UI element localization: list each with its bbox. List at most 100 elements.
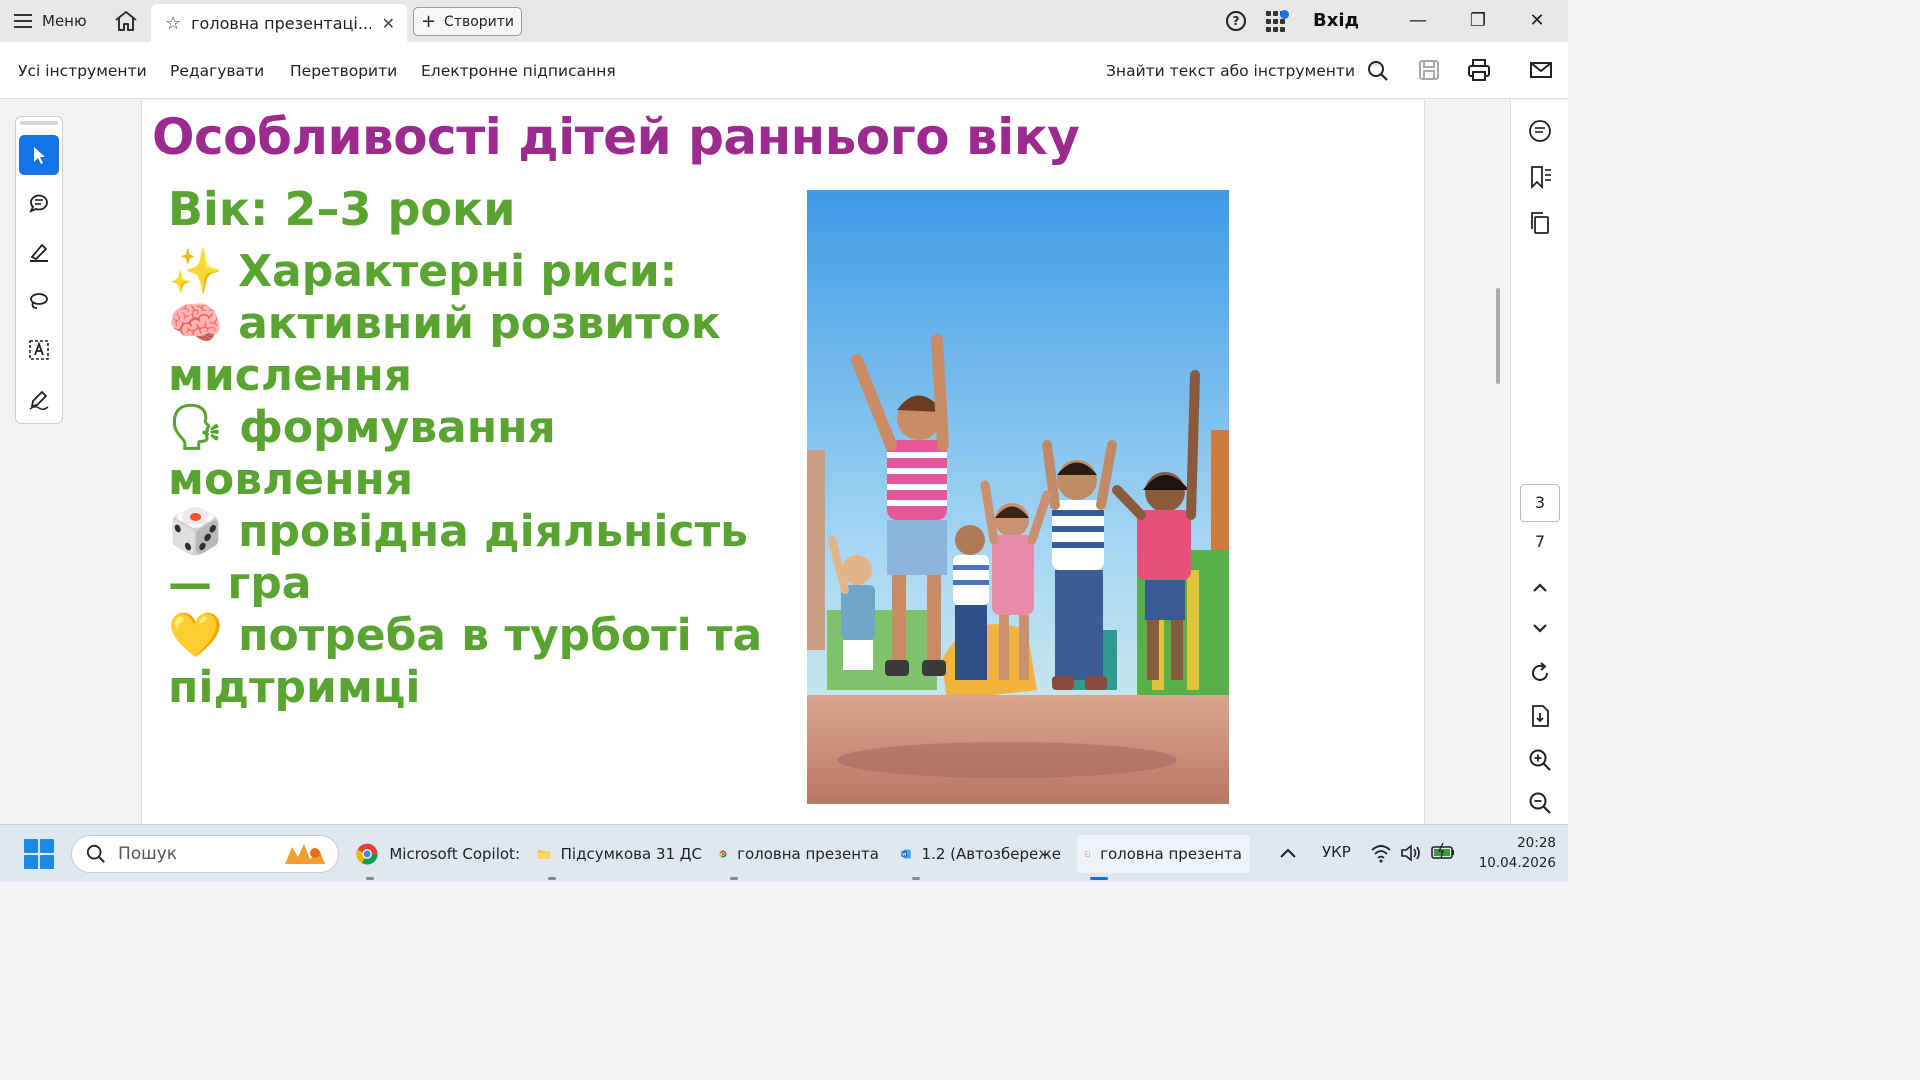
taskbar-app-label: головна презента <box>1100 845 1242 863</box>
running-indicator <box>548 877 556 880</box>
windows-start-icon[interactable] <box>24 839 54 869</box>
help-icon[interactable]: ? <box>1226 11 1246 31</box>
search-icon <box>86 844 105 863</box>
esign-menu[interactable]: Електронне підписання <box>421 62 616 80</box>
highlight-tool[interactable] <box>19 232 59 272</box>
create-button[interactable]: + Створити <box>413 7 522 36</box>
find-tools-button[interactable]: Знайти текст або інструменти <box>1106 60 1389 82</box>
search-highlight-icon <box>285 844 325 864</box>
bullet-line: мовлення <box>168 454 414 505</box>
save-icon[interactable] <box>1417 58 1441 82</box>
taskbar-app-label: 1.2 (Автозбереже <box>921 845 1061 863</box>
battery-icon[interactable] <box>1430 842 1456 862</box>
language-indicator[interactable]: УКР <box>1322 843 1351 861</box>
comment-tool[interactable] <box>19 183 59 223</box>
folder-icon <box>537 850 551 859</box>
taskbar-app-chrome[interactable]: головна презента <box>719 835 879 873</box>
star-icon[interactable]: ☆ <box>165 13 181 34</box>
minimize-icon[interactable]: — <box>1403 8 1433 34</box>
mail-icon[interactable] <box>1529 58 1553 82</box>
ai-assistant-icon[interactable] <box>1527 118 1553 144</box>
right-side-panel: 3 7 <box>1510 100 1568 824</box>
bullet-line: 🗣 формування <box>168 402 556 453</box>
comment-icon <box>29 194 48 213</box>
system-clock[interactable]: 20:28 10.04.2026 <box>1476 833 1556 873</box>
wifi-icon[interactable] <box>1370 843 1392 863</box>
running-indicator <box>912 877 920 880</box>
highlighter-icon <box>30 243 48 262</box>
chrome-icon <box>719 850 727 858</box>
clock-time: 20:28 <box>1517 835 1556 851</box>
running-indicator <box>366 877 374 880</box>
word-icon <box>901 849 911 859</box>
hamburger-icon <box>14 14 32 28</box>
slide-age: Вік: 2–3 роки <box>168 182 516 236</box>
active-indicator <box>1090 877 1108 880</box>
pdf-icon <box>1085 851 1090 857</box>
print-icon[interactable] <box>1467 58 1491 82</box>
page-export-icon[interactable] <box>1527 703 1553 729</box>
copy-pages-icon[interactable] <box>1527 210 1553 236</box>
menu-button[interactable]: Меню <box>14 8 87 34</box>
chevron-up-icon[interactable] <box>1527 575 1553 601</box>
taskbar-app-label: Підсумкова 31 ДС <box>560 845 702 863</box>
current-page-input[interactable]: 3 <box>1520 484 1560 522</box>
menu-label: Меню <box>42 12 87 30</box>
taskbar-app-acrobat[interactable]: головна презента <box>1077 835 1250 873</box>
chevron-up-icon[interactable] <box>1278 845 1298 861</box>
running-indicator <box>730 877 738 880</box>
sign-tool[interactable] <box>19 379 59 419</box>
find-label: Знайти текст або інструменти <box>1106 62 1356 80</box>
zoom-in-icon[interactable] <box>1527 747 1553 773</box>
bullet-line: 🧠 активний розвиток <box>168 298 721 349</box>
bullet-line: ✨ Характерні риси: <box>168 246 678 297</box>
lasso-icon <box>30 293 48 309</box>
main-toolbar: Усі інструменти Редагувати Перетворити Е… <box>0 42 1568 99</box>
title-bar: Меню ☆ головна презентаці... ✕ + Створит… <box>0 0 1568 42</box>
all-tools-menu[interactable]: Усі інструменти <box>18 62 147 80</box>
taskbar-app-label: Microsoft Copilot: <box>389 845 520 863</box>
home-icon[interactable] <box>112 8 140 34</box>
slide-page: Особливості дітей раннього віку Вік: 2–3… <box>141 100 1425 824</box>
quick-tools-rail <box>15 116 63 424</box>
bookmark-icon[interactable] <box>1527 164 1553 190</box>
taskbar-search[interactable]: Пошук <box>71 835 339 873</box>
volume-icon[interactable] <box>1400 843 1422 863</box>
taskbar-app-copilot[interactable]: Microsoft Copilot: <box>355 835 520 873</box>
text-tool[interactable] <box>19 330 59 370</box>
taskbar-app-word[interactable]: 1.2 (Автозбереже <box>901 835 1061 873</box>
restore-icon[interactable]: ❐ <box>1463 8 1493 34</box>
chrome-icon <box>356 843 378 865</box>
convert-menu[interactable]: Перетворити <box>290 62 397 80</box>
bullet-line: — гра <box>168 558 312 609</box>
bullet-line: підтримці <box>168 662 421 713</box>
edit-menu[interactable]: Редагувати <box>170 62 264 80</box>
create-label: Створити <box>444 13 515 30</box>
close-window-icon[interactable]: ✕ <box>1522 8 1552 34</box>
select-tool[interactable] <box>19 135 59 175</box>
taskbar-app-label: головна презента <box>737 845 879 863</box>
total-pages: 7 <box>1534 532 1546 551</box>
sign-in-button[interactable]: Вхід <box>1313 10 1359 31</box>
document-tab[interactable]: ☆ головна презентаці... ✕ <box>151 4 407 42</box>
tab-title: головна презентаці... <box>191 13 372 33</box>
cursor-icon <box>34 147 45 164</box>
text-box-icon <box>29 340 49 360</box>
windows-taskbar: Пошук Microsoft Copilot: Підсумкова 31 Д… <box>0 824 1568 882</box>
slide-bullets: ✨ Характерні риси: 🧠 активний розвиток м… <box>168 246 778 714</box>
zoom-out-icon[interactable] <box>1527 790 1553 816</box>
draw-tool[interactable] <box>19 281 59 321</box>
chevron-down-icon[interactable] <box>1527 615 1553 641</box>
rail-grip[interactable] <box>20 121 58 125</box>
plus-icon: + <box>420 10 437 32</box>
bullet-line: мислення <box>168 350 412 401</box>
notification-dot <box>1280 10 1289 19</box>
children-playground-photo <box>807 190 1229 804</box>
slide-title: Особливості дітей раннього віку <box>152 108 1080 166</box>
rotate-icon[interactable] <box>1527 660 1553 686</box>
bullet-line: 💛 потреба в турботі та <box>168 610 763 661</box>
close-tab-icon[interactable]: ✕ <box>382 14 395 33</box>
taskbar-app-folder[interactable]: Підсумкова 31 ДС <box>537 835 702 873</box>
vertical-scrollbar[interactable] <box>1496 288 1500 384</box>
search-placeholder: Пошук <box>118 844 178 864</box>
